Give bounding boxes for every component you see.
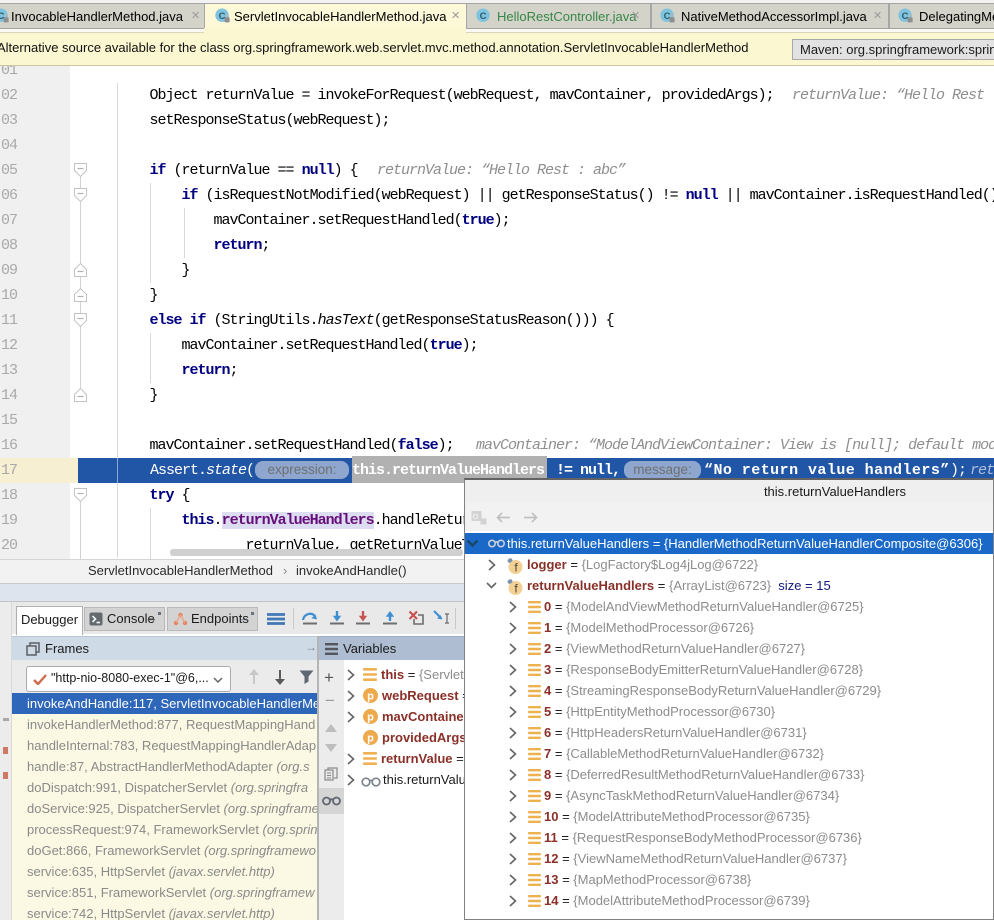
svg-text:p: p [367,691,374,703]
svg-text:p: p [367,733,374,745]
svg-text:C: C [902,11,909,22]
svg-text:C: C [480,11,487,22]
svg-text:C: C [219,11,226,22]
svg-text:p: p [367,712,374,724]
svg-text:C: C [664,11,671,22]
